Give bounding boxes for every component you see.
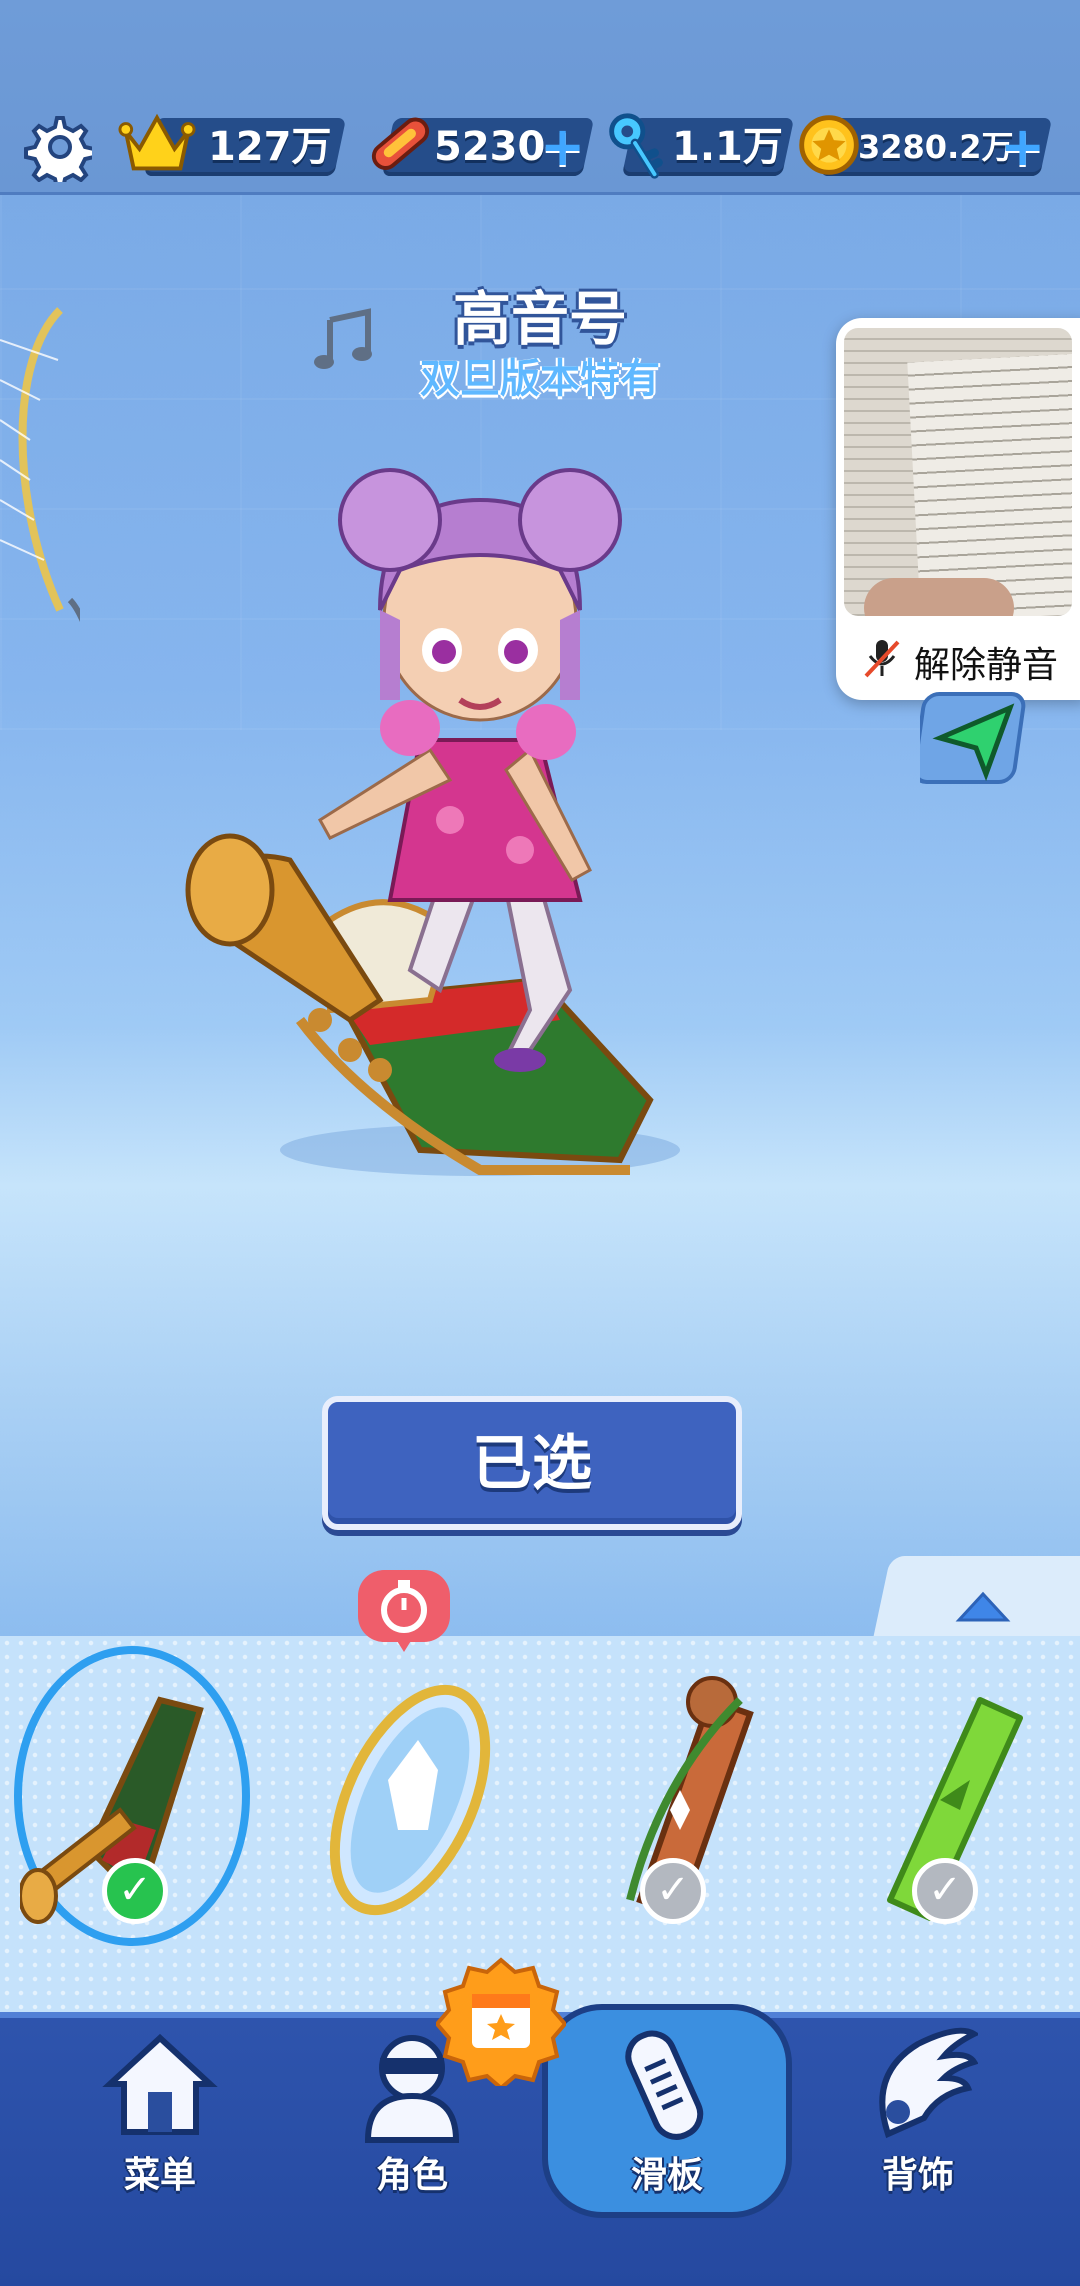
owned-check-icon: ✓	[640, 1858, 706, 1924]
board-slot-leaf[interactable]	[850, 1650, 1070, 1970]
share-arrow-icon[interactable]	[920, 688, 1032, 788]
skateboard-icon	[625, 2030, 704, 2140]
stopwatch-icon	[381, 1580, 427, 1633]
floating-video-window[interactable]: 解除静音	[836, 318, 1080, 700]
nav-back-accessory[interactable]: 背饰	[818, 2016, 1018, 2216]
owned-check-icon: ✓	[912, 1858, 978, 1924]
nav-back-label: 背饰	[881, 2155, 954, 2196]
selected-button[interactable]: 已选	[322, 1396, 742, 1530]
owned-check-icon: ✓	[102, 1858, 168, 1924]
nav-menu-label: 菜单	[123, 2155, 196, 2196]
character-on-board	[185, 468, 680, 1176]
home-icon	[102, 2033, 218, 2135]
video-thumbnail	[844, 328, 1072, 616]
add-boards-button[interactable]: +	[540, 120, 585, 174]
coin-value: 3280.2万	[858, 128, 1014, 166]
crown-value: 127万	[208, 124, 332, 170]
nav-board[interactable]: 滑板	[567, 2016, 767, 2216]
board-value: 5230	[434, 124, 546, 170]
timer-badge	[358, 1570, 450, 1652]
calendar-event-icon[interactable]	[436, 1956, 566, 2086]
hoverboard-icon	[371, 117, 430, 170]
chevron-up-icon[interactable]	[955, 1588, 1011, 1624]
nav-character-label: 角色	[375, 2155, 448, 2196]
unmute-label[interactable]: 解除静音	[914, 636, 1058, 688]
add-coins-button[interactable]: +	[1000, 120, 1045, 174]
wing-icon	[879, 2027, 978, 2139]
coin-icon	[799, 115, 859, 175]
mic-muted-icon[interactable]	[860, 636, 904, 680]
nav-menu[interactable]: 菜单	[60, 2016, 260, 2216]
crown-icon	[118, 113, 196, 171]
key-value: 1.1万	[672, 124, 783, 170]
board-slot-mirror[interactable]	[300, 1650, 520, 1970]
nav-board-label: 滑板	[630, 2155, 703, 2196]
key-icon	[609, 113, 663, 179]
gear-icon[interactable]	[22, 112, 92, 182]
